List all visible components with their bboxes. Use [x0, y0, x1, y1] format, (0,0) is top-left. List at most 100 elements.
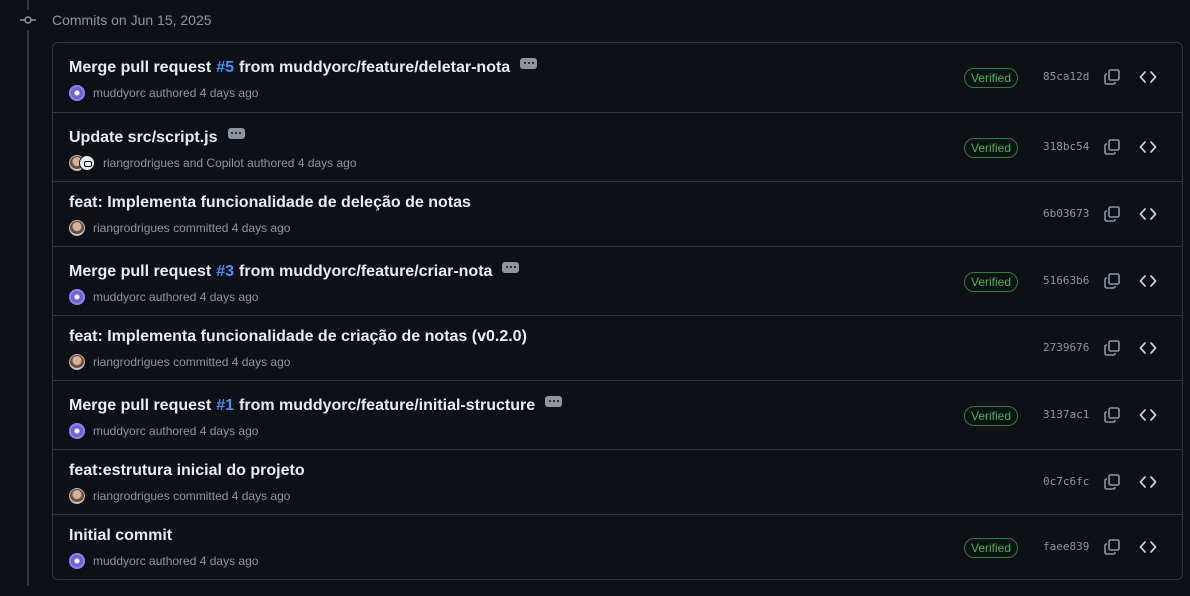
commit-meta: riangrodrigues committed 4 days ago	[69, 488, 290, 504]
git-commit-icon	[18, 10, 38, 30]
commit-message-link[interactable]: from muddyorc/feature/initial-structure	[239, 397, 535, 415]
commit-message-link[interactable]: feat: Implementa funcionalidade de deleç…	[69, 194, 471, 212]
commit-title: feat: Implementa funcionalidade de deleç…	[69, 194, 471, 212]
commit-sha-link[interactable]: 0c7c6fc	[1043, 475, 1089, 488]
code-icon[interactable]	[1139, 272, 1157, 290]
commit-authors[interactable]: riangrodrigues and Copilot	[103, 156, 244, 170]
commit-row: feat:estrutura inicial do projeto riangro…	[53, 449, 1182, 514]
commit-sha-link[interactable]: 3137ac1	[1043, 408, 1089, 421]
commit-message-link[interactable]: from muddyorc/feature/criar-nota	[239, 263, 492, 281]
commit-message-link[interactable]: Merge pull request	[69, 59, 211, 77]
verified-badge[interactable]: Verified	[964, 538, 1019, 558]
commit-authors[interactable]: riangrodrigues	[93, 355, 170, 369]
copy-icon[interactable]	[1103, 138, 1121, 156]
avatar[interactable]	[69, 220, 85, 236]
commit-authors[interactable]: muddyorc	[93, 424, 146, 438]
commit-group-header: Commits on Jun 15, 2025	[18, 8, 212, 32]
copy-icon[interactable]	[1103, 473, 1121, 491]
commit-action-time: committed 4 days ago	[173, 221, 291, 235]
commit-authors[interactable]: muddyorc	[93, 86, 146, 100]
code-icon[interactable]	[1139, 205, 1157, 223]
code-icon[interactable]	[1139, 138, 1157, 156]
kebab-horizontal-icon[interactable]	[227, 127, 245, 139]
commit-meta: riangrodrigues and Copilot authored 4 da…	[69, 155, 357, 171]
commit-meta: riangrodrigues committed 4 days ago	[69, 220, 290, 236]
commit-row: Update src/script.js riangrodrigues and C…	[53, 112, 1182, 181]
commit-title: feat:estrutura inicial do projeto	[69, 462, 305, 480]
commit-meta: muddyorc authored 4 days ago	[69, 85, 258, 101]
commit-message-link[interactable]: from muddyorc/feature/deletar-nota	[239, 59, 510, 77]
code-icon[interactable]	[1139, 538, 1157, 556]
commit-action-time: committed 4 days ago	[173, 355, 291, 369]
commit-sha-link[interactable]: 318bc54	[1043, 140, 1089, 153]
commit-action-time: authored 4 days ago	[149, 86, 259, 100]
pull-request-link[interactable]: #5	[216, 59, 234, 77]
commit-row: Merge pull request #5 from muddyorc/featur…	[53, 43, 1182, 112]
commit-row: Merge pull request #1 from muddyorc/featur…	[53, 380, 1182, 449]
commit-row: Initial commit muddyorc authored 4 days a…	[53, 514, 1182, 579]
commit-group-date: Commits on Jun 15, 2025	[52, 12, 212, 28]
commit-row: Merge pull request #3 from muddyorc/featur…	[53, 246, 1182, 315]
kebab-horizontal-icon[interactable]	[545, 395, 563, 407]
commit-title: feat: Implementa funcionalidade de criaç…	[69, 328, 527, 346]
kebab-horizontal-icon[interactable]	[502, 261, 520, 273]
commit-action-time: authored 4 days ago	[149, 554, 259, 568]
commit-authors[interactable]: muddyorc	[93, 290, 146, 304]
code-icon[interactable]	[1139, 339, 1157, 357]
commit-authors[interactable]: riangrodrigues	[93, 221, 170, 235]
avatar[interactable]	[69, 354, 85, 370]
pull-request-link[interactable]: #3	[216, 263, 234, 281]
commit-meta: muddyorc authored 4 days ago	[69, 553, 258, 569]
timeline-line	[27, 0, 29, 586]
avatar[interactable]	[69, 423, 85, 439]
verified-badge[interactable]: Verified	[964, 68, 1019, 88]
commit-action-time: authored 4 days ago	[149, 424, 259, 438]
copy-icon[interactable]	[1103, 406, 1121, 424]
verified-badge[interactable]: Verified	[964, 138, 1019, 158]
commit-sha-link[interactable]: 2739676	[1043, 341, 1089, 354]
commit-sha-link[interactable]: 6b03673	[1043, 207, 1089, 220]
commit-message-link[interactable]: Initial commit	[69, 527, 172, 545]
commit-message-link[interactable]: feat: Implementa funcionalidade de criaç…	[69, 328, 527, 346]
commit-meta: muddyorc authored 4 days ago	[69, 289, 258, 305]
avatar[interactable]	[69, 553, 85, 569]
avatar[interactable]	[69, 488, 85, 504]
avatar[interactable]	[69, 289, 85, 305]
code-icon[interactable]	[1139, 68, 1157, 86]
commit-authors[interactable]: muddyorc	[93, 554, 146, 568]
commit-message-link[interactable]: Merge pull request	[69, 263, 211, 281]
copilot-avatar[interactable]	[79, 155, 95, 171]
commit-title: Merge pull request #5 from muddyorc/featur…	[69, 57, 538, 77]
copy-icon[interactable]	[1103, 339, 1121, 357]
commit-title: Update src/script.js	[69, 127, 245, 147]
commit-message-link[interactable]: Update src/script.js	[69, 129, 218, 147]
commit-title: Initial commit	[69, 527, 172, 545]
copy-icon[interactable]	[1103, 538, 1121, 556]
commit-action-time: authored 4 days ago	[247, 156, 357, 170]
avatar[interactable]	[69, 85, 85, 101]
copy-icon[interactable]	[1103, 272, 1121, 290]
kebab-horizontal-icon[interactable]	[520, 57, 538, 69]
commit-action-time: committed 4 days ago	[173, 489, 291, 503]
commit-sha-link[interactable]: 51663b6	[1043, 274, 1089, 287]
code-icon[interactable]	[1139, 406, 1157, 424]
commit-title: Merge pull request #1 from muddyorc/featur…	[69, 395, 563, 415]
code-icon[interactable]	[1139, 473, 1157, 491]
commit-sha-link[interactable]: 85ca12d	[1043, 70, 1089, 83]
commit-message-link[interactable]: Merge pull request	[69, 397, 211, 415]
commit-row: feat: Implementa funcionalidade de deleç…	[53, 181, 1182, 246]
commit-row: feat: Implementa funcionalidade de criaç…	[53, 315, 1182, 380]
commit-title: Merge pull request #3 from muddyorc/featur…	[69, 261, 520, 281]
copy-icon[interactable]	[1103, 205, 1121, 223]
pull-request-link[interactable]: #1	[216, 397, 234, 415]
copy-icon[interactable]	[1103, 68, 1121, 86]
commit-meta: riangrodrigues committed 4 days ago	[69, 354, 290, 370]
verified-badge[interactable]: Verified	[964, 406, 1019, 426]
commit-message-link[interactable]: feat:estrutura inicial do projeto	[69, 462, 305, 480]
avatar-group[interactable]	[69, 155, 95, 171]
commit-sha-link[interactable]: faee839	[1043, 540, 1089, 553]
commit-action-time: authored 4 days ago	[149, 290, 259, 304]
commit-meta: muddyorc authored 4 days ago	[69, 423, 258, 439]
commit-authors[interactable]: riangrodrigues	[93, 489, 170, 503]
verified-badge[interactable]: Verified	[964, 272, 1019, 292]
